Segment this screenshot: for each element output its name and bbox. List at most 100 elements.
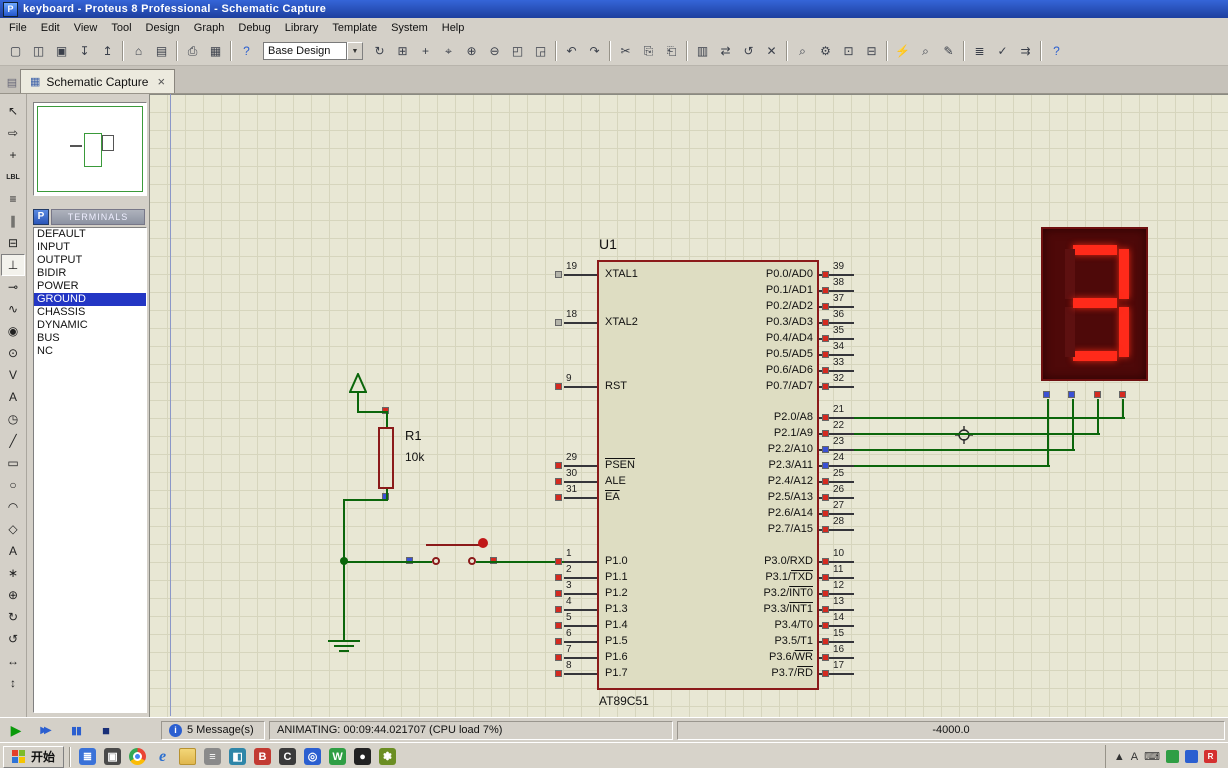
taskbar-app-12[interactable]: ● xyxy=(351,745,374,768)
tab-close-button[interactable]: × xyxy=(157,74,165,89)
menu-file[interactable]: File xyxy=(2,20,34,36)
tray-input-lang[interactable]: A xyxy=(1131,751,1138,763)
tray-icon-red[interactable]: R xyxy=(1204,750,1217,763)
tray-keyboard-icon[interactable]: ⌨ xyxy=(1144,750,1160,763)
terminal-item-output[interactable]: OUTPUT xyxy=(34,254,146,267)
wire-segment[interactable] xyxy=(854,449,1075,451)
virtual-instruments-mode-button[interactable]: ◷ xyxy=(1,408,25,430)
terminal-item-bidir[interactable]: BIDIR xyxy=(34,267,146,280)
taskbar-app-6[interactable]: ≡ xyxy=(201,745,224,768)
undo-button[interactable]: ↶ xyxy=(560,40,583,62)
pause-button[interactable]: ▮▮ xyxy=(63,720,89,740)
wire-segment[interactable] xyxy=(357,392,359,412)
zoom-extents-button[interactable]: ◰ xyxy=(506,40,529,62)
wire-segment[interactable] xyxy=(854,465,1050,467)
stop-button[interactable]: ■ xyxy=(93,720,119,740)
block-copy-button[interactable]: ▥ xyxy=(691,40,714,62)
taskbar-app-8[interactable]: B xyxy=(251,745,274,768)
wire-segment[interactable] xyxy=(357,411,388,413)
subcircuit-mode-button[interactable]: ⊟ xyxy=(1,232,25,254)
paste-from-clipboard-button[interactable]: ⎗ xyxy=(660,40,683,62)
decompose-button[interactable]: ⊟ xyxy=(860,40,883,62)
wire-label-mode-button[interactable]: LBL xyxy=(1,166,25,188)
terminal-item-nc[interactable]: NC xyxy=(34,345,146,358)
import-section-button[interactable]: ↧ xyxy=(73,40,96,62)
property-assignment-tool-button[interactable]: ✎ xyxy=(937,40,960,62)
component-r1-resistor[interactable] xyxy=(378,427,394,489)
tray-icon-green[interactable] xyxy=(1166,750,1179,763)
selection-mode-button[interactable]: ↖ xyxy=(1,100,25,122)
block-move-button[interactable]: ⇄ xyxy=(714,40,737,62)
current-probe-mode-button[interactable]: A xyxy=(1,386,25,408)
taskbar-app-2[interactable]: ▣ xyxy=(101,745,124,768)
bill-of-materials-button[interactable]: ≣ xyxy=(968,40,991,62)
menu-edit[interactable]: Edit xyxy=(34,20,67,36)
zoom-to-area-button[interactable]: ◲ xyxy=(529,40,552,62)
2d-path-button[interactable]: ◇ xyxy=(1,518,25,540)
taskbar-app-10[interactable]: ◎ xyxy=(301,745,324,768)
search-and-tag-button[interactable]: ⌕ xyxy=(914,40,937,62)
component-push-button[interactable] xyxy=(419,534,499,574)
pick-parts-from-libraries-button[interactable]: ⌕ xyxy=(791,40,814,62)
electrical-rules-check-button[interactable]: ✓ xyxy=(991,40,1014,62)
block-delete-button[interactable]: ✕ xyxy=(760,40,783,62)
menu-graph[interactable]: Graph xyxy=(187,20,232,36)
wire-segment[interactable] xyxy=(854,417,1125,419)
device-pins-mode-button[interactable]: ⊸ xyxy=(1,276,25,298)
toggle-false-origin-button[interactable]: + xyxy=(414,40,437,62)
junction-dot-mode-button[interactable]: + xyxy=(1,144,25,166)
taskbar-app-3[interactable] xyxy=(126,745,149,768)
tape-recorder-mode-button[interactable]: ◉ xyxy=(1,320,25,342)
terminal-item-ground[interactable]: GROUND xyxy=(34,293,146,306)
tray-hidden-icons[interactable]: ▲ xyxy=(1114,751,1125,763)
rotate-anticlockwise-button[interactable]: ↺ xyxy=(1,628,25,650)
2d-symbol-button[interactable]: ∗ xyxy=(1,562,25,584)
export-section-button[interactable]: ↥ xyxy=(96,40,119,62)
wire-segment[interactable] xyxy=(1122,399,1124,419)
design-explorer-button[interactable]: ▤ xyxy=(150,40,173,62)
center-at-cursor-button[interactable]: ⌖ xyxy=(437,40,460,62)
menu-tool[interactable]: Tool xyxy=(104,20,138,36)
voltage-probe-mode-button[interactable]: V xyxy=(1,364,25,386)
2d-text-button[interactable]: A xyxy=(1,540,25,562)
2d-arc-button[interactable]: ◠ xyxy=(1,496,25,518)
start-button[interactable]: 开始 xyxy=(3,745,65,768)
step-button[interactable]: ▶▶ xyxy=(33,720,59,740)
2d-circle-button[interactable]: ○ xyxy=(1,474,25,496)
rotate-clockwise-button[interactable]: ↻ xyxy=(1,606,25,628)
component-mode-button[interactable]: ⇨ xyxy=(1,122,25,144)
copy-to-clipboard-button[interactable]: ⎘ xyxy=(637,40,660,62)
wire-segment[interactable] xyxy=(1097,399,1099,435)
cut-to-clipboard-button[interactable]: ✂ xyxy=(614,40,637,62)
taskbar-app-4[interactable]: e xyxy=(151,745,174,768)
wire-segment[interactable] xyxy=(343,561,432,563)
help-button[interactable]: ? xyxy=(1045,40,1068,62)
2d-box-button[interactable]: ▭ xyxy=(1,452,25,474)
power-terminal[interactable] xyxy=(349,373,367,393)
schematic-canvas[interactable]: U1 AT89C51 R1 10k 19 XTAL1 18 XTAL2 9 RS… xyxy=(149,94,1228,717)
messages-panel[interactable]: i 5 Message(s) xyxy=(161,720,265,740)
design-selector[interactable]: Base Design ▼ xyxy=(263,41,363,61)
netlist-compiler-button[interactable]: ⇉ xyxy=(1014,40,1037,62)
menu-debug[interactable]: Debug xyxy=(231,20,277,36)
taskbar-app-5[interactable] xyxy=(176,745,199,768)
menu-system[interactable]: System xyxy=(384,20,435,36)
block-rotate-button[interactable]: ↺ xyxy=(737,40,760,62)
wire-segment[interactable] xyxy=(1047,399,1049,467)
tab-schematic-capture[interactable]: ▦ Schematic Capture × xyxy=(20,69,176,93)
text-script-mode-button[interactable]: ≡ xyxy=(1,188,25,210)
play-button[interactable]: ▶ xyxy=(3,720,29,740)
taskbar-app-7[interactable]: ◧ xyxy=(226,745,249,768)
wire-segment[interactable] xyxy=(1072,399,1074,451)
packaging-tool-button[interactable]: ⊡ xyxy=(837,40,860,62)
buses-mode-button[interactable]: ∥ xyxy=(1,210,25,232)
wire-segment[interactable] xyxy=(476,561,564,563)
make-device-button[interactable]: ⚙ xyxy=(814,40,837,62)
context-help-button[interactable]: ? xyxy=(235,40,258,62)
taskbar-app-1[interactable]: ≣ xyxy=(76,745,99,768)
toggle-grid-button[interactable]: ⊞ xyxy=(391,40,414,62)
terminal-item-bus[interactable]: BUS xyxy=(34,332,146,345)
component-7seg-display[interactable] xyxy=(1041,227,1148,381)
mark-output-area-button[interactable]: ▦ xyxy=(204,40,227,62)
wire-segment[interactable] xyxy=(343,499,388,501)
